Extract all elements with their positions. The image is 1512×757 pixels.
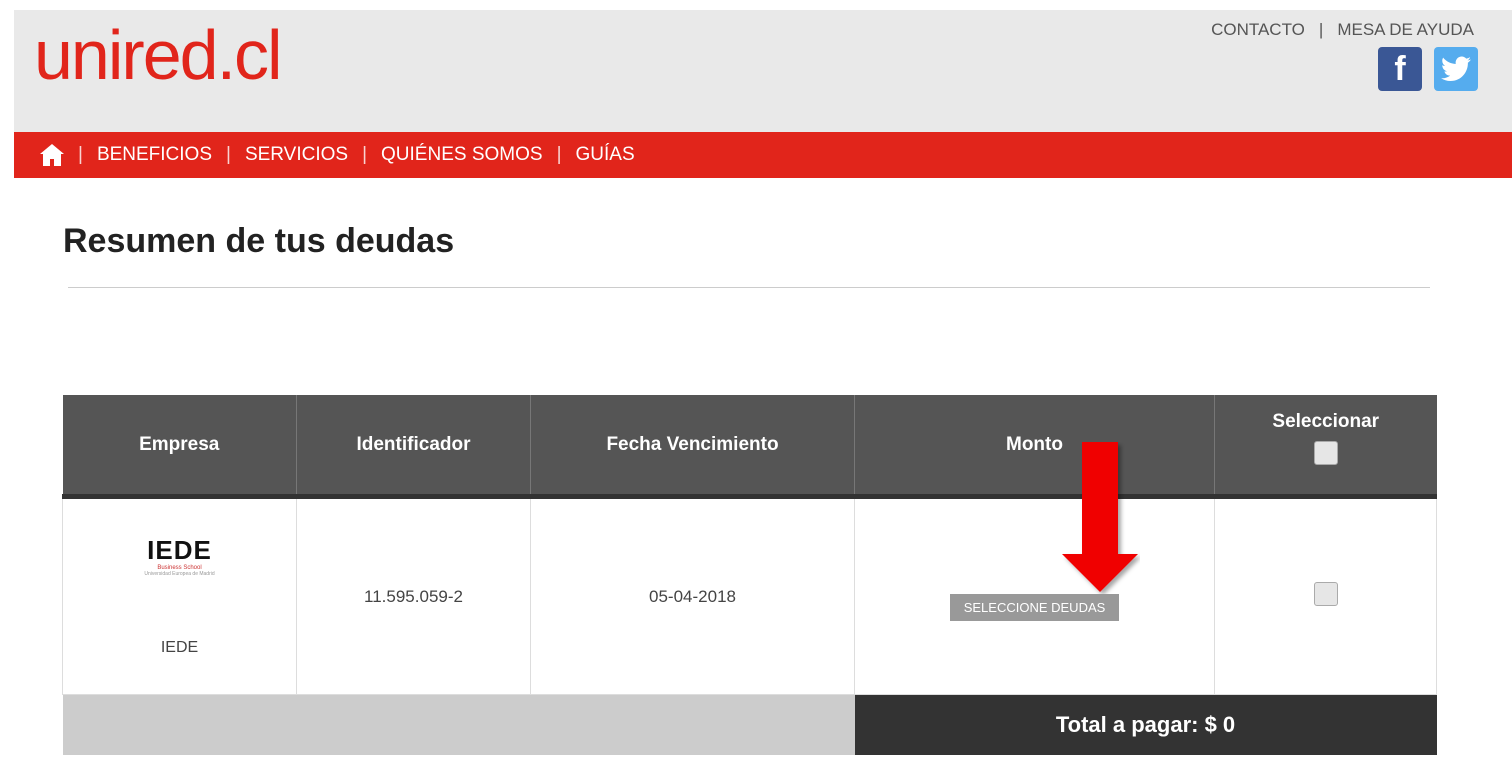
column-header-empresa: Empresa	[62, 395, 297, 497]
nav-quienes-somos[interactable]: QUIÉNES SOMOS	[381, 144, 543, 166]
facebook-icon[interactable]: f	[1378, 47, 1422, 91]
row-select-checkbox[interactable]	[1313, 582, 1338, 606]
cell-fecha: 05-04-2018	[530, 496, 855, 695]
select-all-checkbox[interactable]	[1313, 440, 1338, 465]
nav-separator: |	[78, 144, 83, 165]
column-header-fecha: Fecha Vencimiento	[530, 395, 855, 497]
contact-link[interactable]: CONTACTO	[1211, 20, 1305, 40]
home-icon[interactable]	[40, 143, 64, 167]
company-name: IEDE	[160, 638, 199, 656]
nav-guias[interactable]: GUÍAS	[576, 144, 635, 166]
table-header-row: Empresa Identificador Fecha Vencimiento …	[62, 395, 1437, 497]
company-logo-text: IEDE	[147, 534, 212, 565]
total-amount: Total a pagar: $ 0	[854, 694, 1437, 755]
table-row: IEDE Business School Universidad Europea…	[62, 496, 1437, 695]
column-header-seleccionar: Seleccionar	[1214, 395, 1437, 497]
help-desk-link[interactable]: MESA DE AYUDA	[1337, 20, 1474, 40]
total-row: Total a pagar: $ 0	[62, 694, 1437, 755]
link-separator: |	[1318, 20, 1324, 39]
cell-seleccionar	[1214, 496, 1437, 695]
cell-empresa: IEDE Business School Universidad Europea…	[62, 496, 297, 695]
cell-monto: SELECCIONE DEUDAS	[854, 496, 1215, 695]
select-all-label: Seleccionar	[1272, 410, 1380, 432]
company-logo: IEDE Business School Universidad Europea…	[64, 537, 295, 657]
title-divider	[68, 287, 1430, 288]
nav-separator: |	[556, 144, 562, 165]
main-nav: | BENEFICIOS | SERVICIOS | QUIÉNES SOMOS…	[14, 132, 1512, 178]
site-header: unired.cl CONTACTO | MESA DE AYUDA f	[14, 10, 1512, 132]
column-header-identificador: Identificador	[296, 395, 531, 497]
nav-beneficios[interactable]: BENEFICIOS	[97, 144, 212, 166]
page-frame: unired.cl CONTACTO | MESA DE AYUDA f | B…	[14, 10, 1512, 757]
company-logo-tagline: Universidad Europea de Madrid	[144, 570, 215, 577]
twitter-icon[interactable]	[1434, 47, 1478, 91]
nav-separator: |	[226, 144, 231, 165]
nav-servicios[interactable]: SERVICIOS	[245, 144, 348, 166]
page-title: Resumen de tus deudas	[63, 222, 455, 260]
nav-separator: |	[362, 144, 368, 165]
site-logo[interactable]: unired.cl	[34, 20, 283, 90]
red-arrow-annotation	[1062, 442, 1138, 592]
total-spacer	[62, 694, 855, 755]
top-links: CONTACTO | MESA DE AYUDA	[1211, 20, 1474, 40]
column-header-monto: Monto	[854, 395, 1215, 497]
social-links: f	[1378, 47, 1478, 91]
cell-identificador: 11.595.059-2	[296, 496, 531, 695]
select-debts-button[interactable]: SELECCIONE DEUDAS	[949, 594, 1120, 621]
debts-table: Empresa Identificador Fecha Vencimiento …	[62, 395, 1437, 755]
